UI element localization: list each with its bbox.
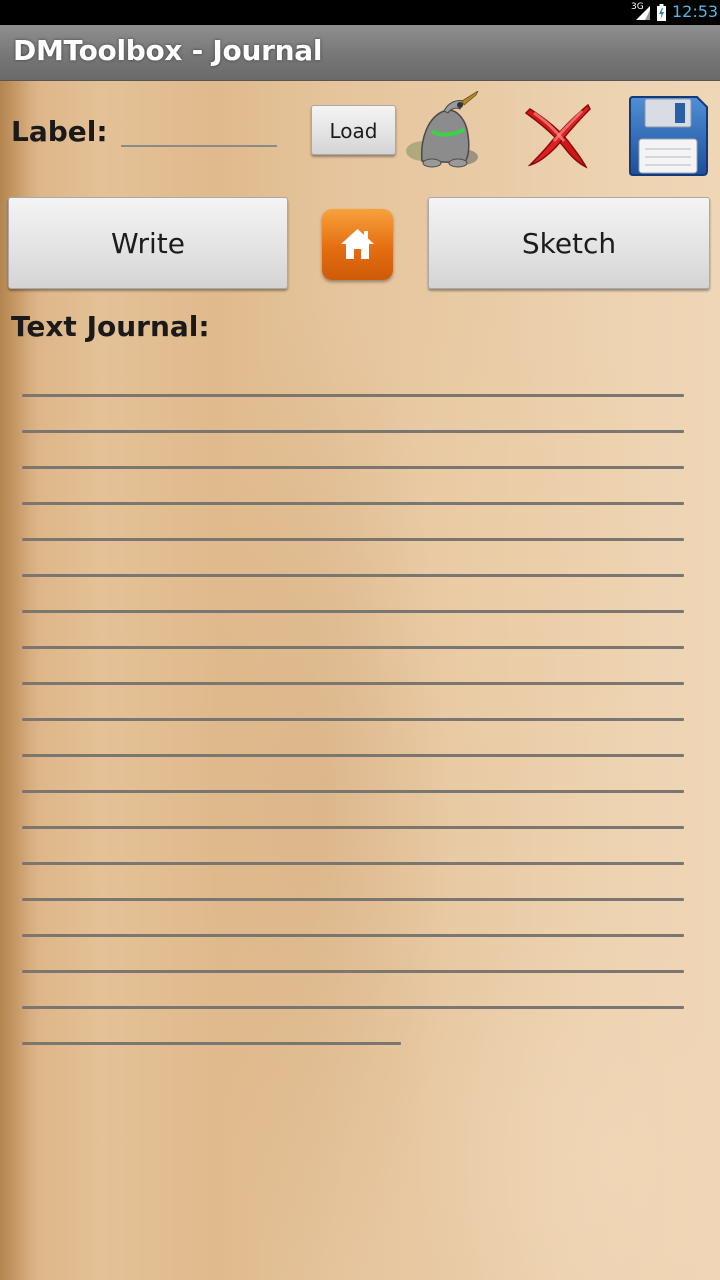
label-input[interactable] bbox=[121, 117, 277, 147]
sketch-button[interactable]: Sketch bbox=[428, 197, 710, 289]
journal-rule bbox=[22, 1006, 684, 1009]
app-title: DMToolbox - Journal bbox=[13, 34, 323, 67]
journal-rule bbox=[22, 466, 684, 469]
text-journal-area[interactable] bbox=[22, 376, 684, 1076]
label-caption: Label: bbox=[11, 115, 108, 148]
journal-rule bbox=[22, 826, 684, 829]
home-icon bbox=[341, 229, 374, 259]
journal-rule bbox=[22, 502, 684, 505]
journal-page: Label: Load Write Sketch Text Journal: bbox=[0, 81, 720, 1280]
journal-rule bbox=[22, 430, 684, 433]
journal-rule bbox=[22, 394, 684, 397]
journal-rule bbox=[22, 610, 684, 613]
clock: 12:53 bbox=[672, 2, 719, 21]
screen: 3G 12:53 DMToolbox - Journal Label: Load bbox=[0, 0, 720, 1280]
action-bar: DMToolbox - Journal bbox=[0, 25, 720, 81]
journal-rule bbox=[22, 646, 684, 649]
mole-icon[interactable] bbox=[402, 91, 482, 169]
load-button[interactable]: Load bbox=[311, 105, 396, 155]
journal-rule bbox=[22, 538, 684, 541]
write-button[interactable]: Write bbox=[8, 197, 288, 289]
journal-rule bbox=[22, 754, 684, 757]
close-icon[interactable] bbox=[520, 101, 592, 169]
journal-rule bbox=[22, 574, 684, 577]
home-button[interactable] bbox=[322, 209, 393, 280]
status-bar: 3G 12:53 bbox=[0, 0, 720, 25]
signal-icon bbox=[636, 6, 650, 20]
journal-rule bbox=[22, 862, 684, 865]
battery-icon bbox=[657, 4, 666, 21]
journal-rule bbox=[22, 970, 684, 973]
journal-rule bbox=[22, 1042, 401, 1045]
save-icon[interactable] bbox=[627, 95, 709, 177]
journal-rule bbox=[22, 898, 684, 901]
journal-rule bbox=[22, 934, 684, 937]
text-journal-caption: Text Journal: bbox=[11, 310, 210, 343]
journal-rule bbox=[22, 718, 684, 721]
journal-rule bbox=[22, 682, 684, 685]
journal-rule bbox=[22, 790, 684, 793]
